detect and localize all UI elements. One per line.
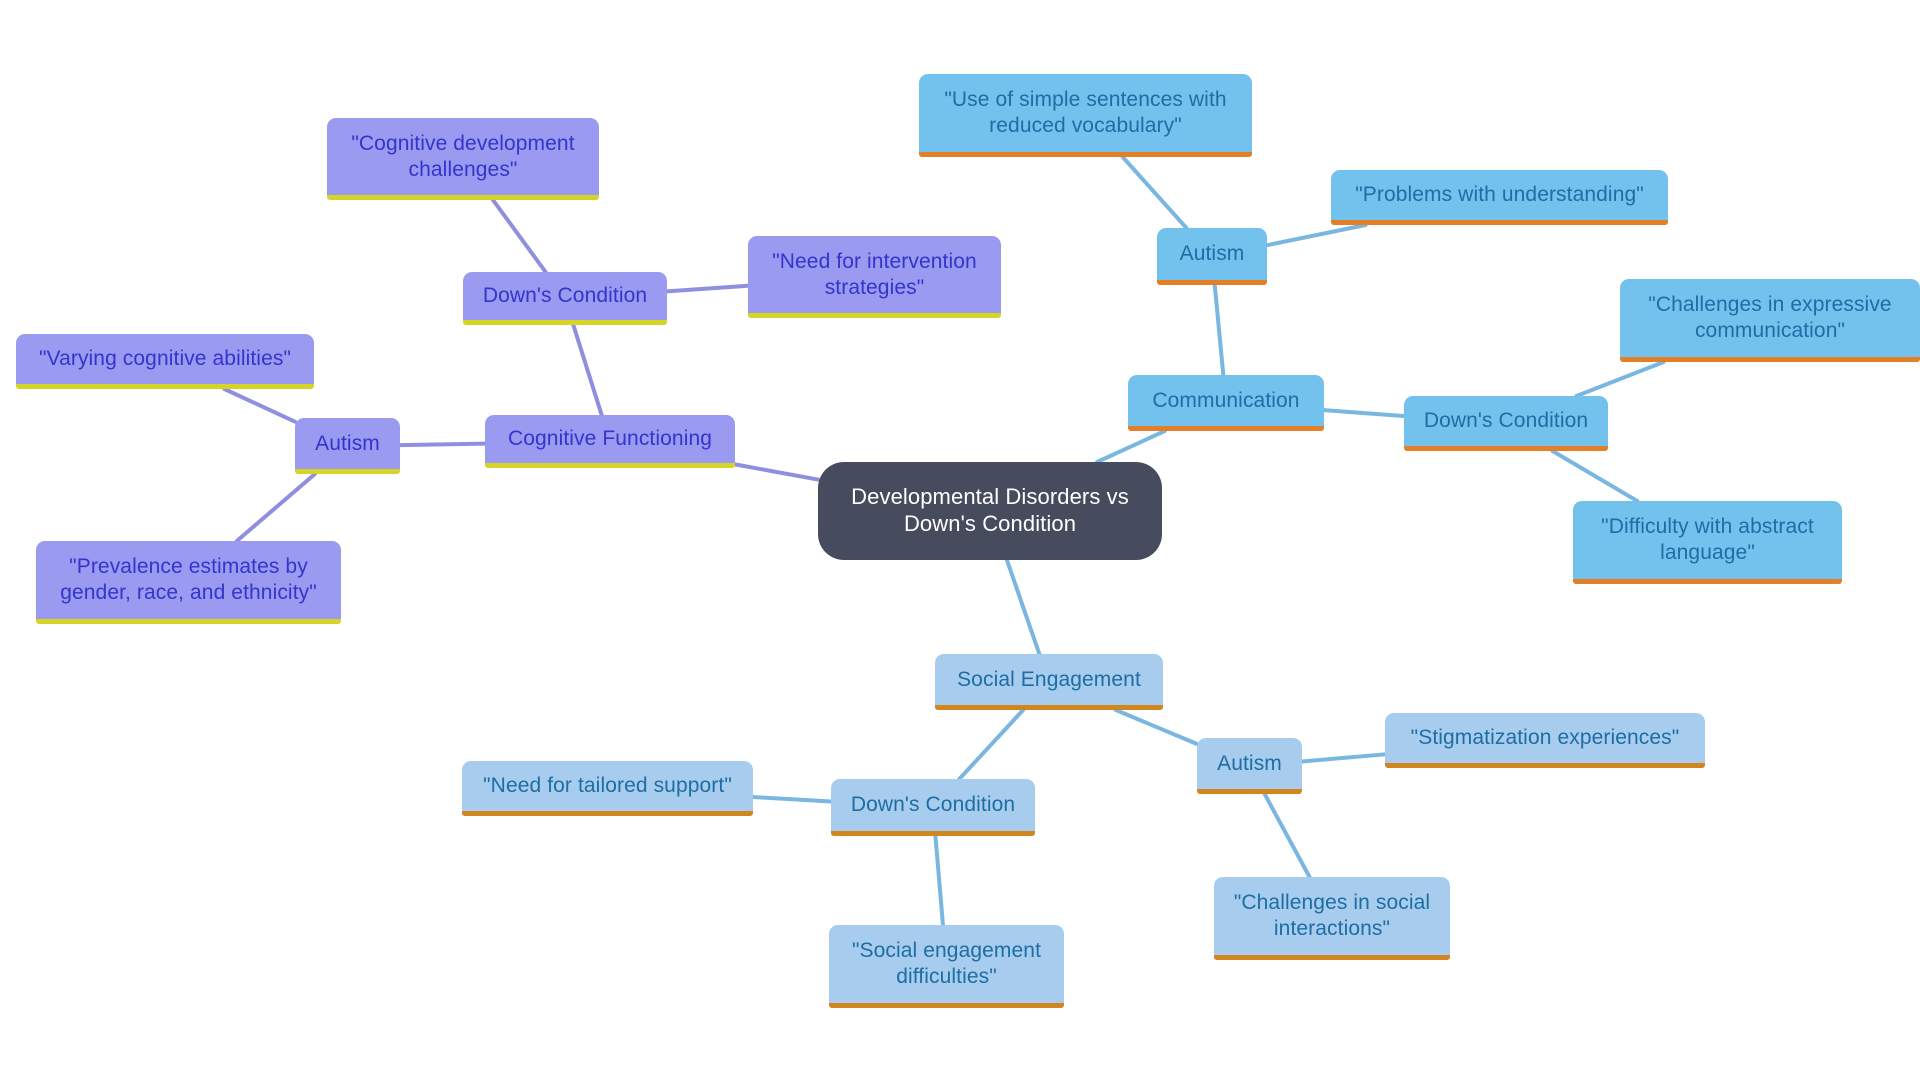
mindmap-node-soc-autism[interactable]: Autism <box>1197 738 1302 794</box>
mindmap-node-label: "Social engagement difficulties" <box>851 939 1042 988</box>
mindmap-node-label: Communication <box>1152 388 1300 412</box>
mindmap-node-communication[interactable]: Communication <box>1128 375 1324 431</box>
mindmap-edge-soc-downs-to-social-engagement-difficulties <box>933 834 945 927</box>
mindmap-node-social-engagement-difficulties[interactable]: "Social engagement difficulties" <box>829 925 1064 1008</box>
mindmap-edge-cognitive-functioning-to-cog-downs <box>571 323 604 417</box>
mindmap-node-label: Autism <box>1217 751 1282 775</box>
mindmap-node-label: "Challenges in expressive communication" <box>1648 293 1892 342</box>
mindmap-node-label: Down's Condition <box>850 793 1016 817</box>
mindmap-node-varying-cognitive[interactable]: "Varying cognitive abilities" <box>16 334 314 389</box>
mindmap-edge-cognitive-functioning-to-cog-autism <box>398 441 487 448</box>
mindmap-node-label: "Problems with understanding" <box>1355 183 1644 207</box>
mindmap-edge-cog-downs-to-cog-dev-challenges <box>490 198 548 274</box>
mindmap-edge-cog-downs-to-need-intervention <box>665 283 750 294</box>
mindmap-node-label: "Use of simple sentences with reduced vo… <box>944 88 1227 137</box>
mindmap-node-label: "Need for tailored support" <box>483 774 732 798</box>
mindmap-node-label: "Varying cognitive abilities" <box>38 347 292 371</box>
mindmap-edge-root-to-cognitive-functioning <box>733 462 820 482</box>
mindmap-node-comm-downs[interactable]: Down's Condition <box>1404 396 1608 451</box>
mindmap-node-tailored-support[interactable]: "Need for tailored support" <box>462 761 753 816</box>
mindmap-edge-cog-autism-to-prevalence-estimates <box>234 472 317 543</box>
mindmap-node-label: Down's Condition <box>482 284 648 308</box>
mindmap-node-stigmatization[interactable]: "Stigmatization experiences" <box>1385 713 1705 768</box>
mindmap-node-label: Autism <box>315 431 380 455</box>
mindmap-edge-communication-to-comm-downs <box>1322 408 1406 419</box>
mindmap-node-label: Down's Condition <box>1423 409 1589 433</box>
mindmap-edge-soc-downs-to-tailored-support <box>751 794 833 804</box>
mindmap-edge-communication-to-comm-autism <box>1212 283 1226 377</box>
mindmap-edge-social-engagement-to-soc-autism <box>1113 708 1199 747</box>
mindmap-node-label: Cognitive Functioning <box>507 427 713 451</box>
mindmap-edge-soc-autism-to-stigmatization <box>1300 752 1387 764</box>
mindmap-node-comm-autism[interactable]: Autism <box>1157 228 1267 285</box>
mindmap-node-label: "Need for intervention strategies" <box>772 249 977 299</box>
mindmap-node-cognitive-functioning[interactable]: Cognitive Functioning <box>485 415 735 468</box>
mindmap-edge-comm-downs-to-expressive-communication <box>1574 360 1666 398</box>
mindmap-node-label: Social Engagement <box>957 667 1141 691</box>
mindmap-node-simple-sentences[interactable]: "Use of simple sentences with reduced vo… <box>919 74 1252 157</box>
mindmap-edge-social-engagement-to-soc-downs <box>957 708 1026 781</box>
mindmap-node-social-interactions[interactable]: "Challenges in social interactions" <box>1214 877 1450 960</box>
mindmap-node-problems-understanding[interactable]: "Problems with understanding" <box>1331 170 1668 225</box>
mindmap-edge-comm-downs-to-abstract-language <box>1550 449 1640 503</box>
mindmap-node-label: Autism <box>1179 242 1245 266</box>
mindmap-node-label: "Difficulty with abstract language" <box>1601 515 1814 564</box>
mindmap-node-label: "Challenges in social interactions" <box>1233 891 1431 940</box>
mindmap-node-prevalence-estimates[interactable]: "Prevalence estimates by gender, race, a… <box>36 541 341 624</box>
mindmap-node-expressive-communication[interactable]: "Challenges in expressive communication" <box>1620 279 1920 362</box>
mindmap-canvas: Developmental Disorders vs Down's Condit… <box>0 0 1920 1080</box>
mindmap-edge-cog-autism-to-varying-cognitive <box>222 387 297 424</box>
mindmap-node-abstract-language[interactable]: "Difficulty with abstract language" <box>1573 501 1842 584</box>
mindmap-node-label: "Prevalence estimates by gender, race, a… <box>60 555 317 604</box>
mindmap-node-label: "Stigmatization experiences" <box>1410 726 1680 750</box>
mindmap-node-soc-downs[interactable]: Down's Condition <box>831 779 1035 836</box>
mindmap-node-social-engagement[interactable]: Social Engagement <box>935 654 1163 710</box>
mindmap-node-label: Developmental Disorders vs Down's Condit… <box>851 484 1129 536</box>
mindmap-edge-comm-autism-to-problems-understanding <box>1265 223 1368 248</box>
mindmap-edge-root-to-social-engagement <box>1004 558 1042 656</box>
mindmap-node-root[interactable]: Developmental Disorders vs Down's Condit… <box>818 462 1162 560</box>
mindmap-node-need-intervention[interactable]: "Need for intervention strategies" <box>748 236 1001 318</box>
mindmap-node-cog-dev-challenges[interactable]: "Cognitive development challenges" <box>327 118 599 200</box>
mindmap-node-label: "Cognitive development challenges" <box>351 131 575 181</box>
mindmap-node-cog-autism[interactable]: Autism <box>295 418 400 474</box>
mindmap-edge-root-to-communication <box>1095 429 1167 464</box>
mindmap-node-cog-downs[interactable]: Down's Condition <box>463 272 667 325</box>
mindmap-edge-comm-autism-to-simple-sentences <box>1120 155 1189 230</box>
mindmap-edge-soc-autism-to-social-interactions <box>1262 792 1312 879</box>
